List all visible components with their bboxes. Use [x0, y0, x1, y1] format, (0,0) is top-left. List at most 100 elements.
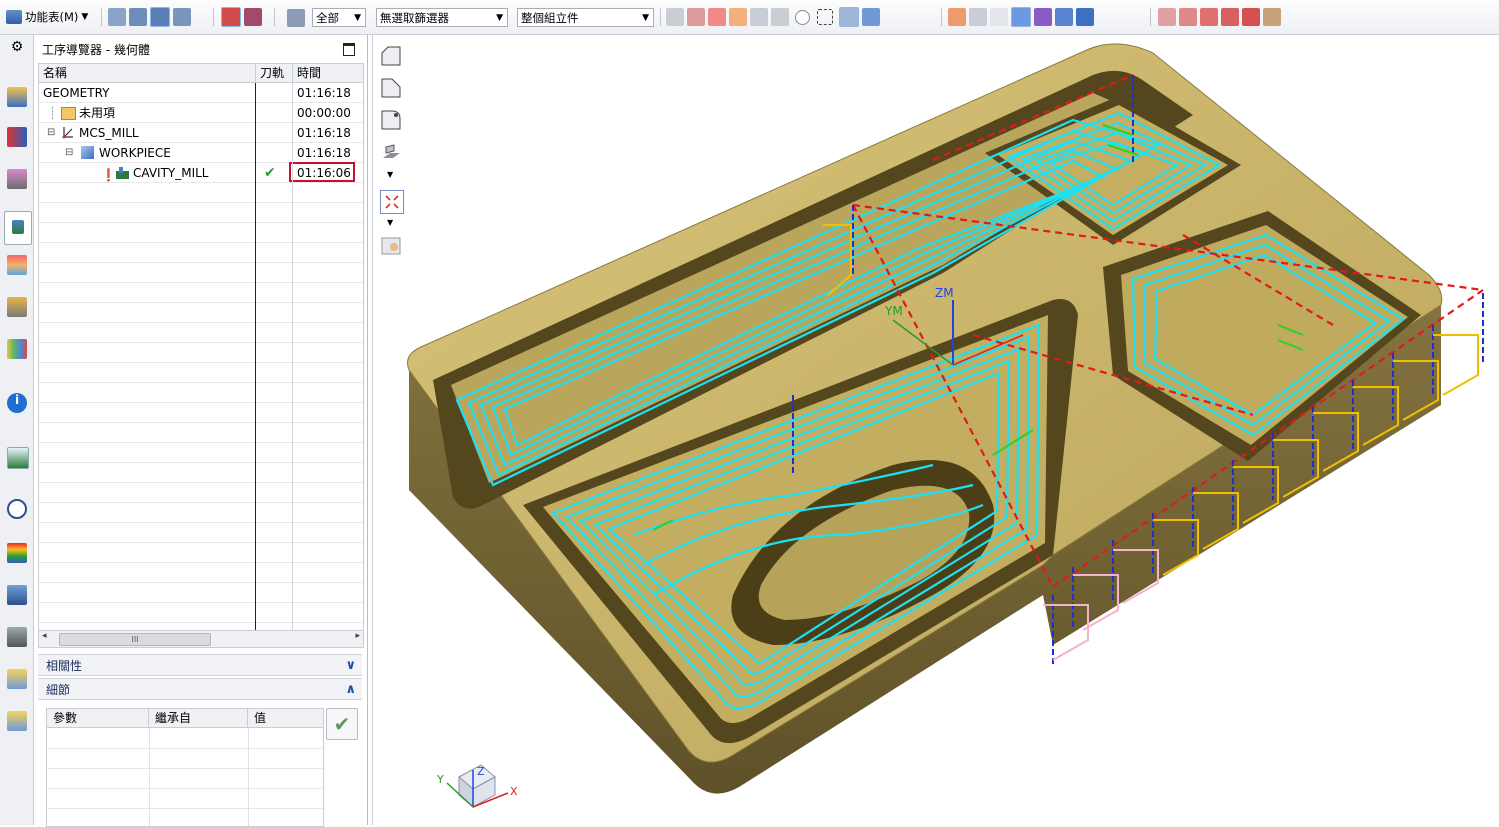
constraint-navigator-icon[interactable]: [7, 127, 27, 147]
column-header-time[interactable]: 時間: [293, 64, 363, 83]
rotate-handle-icon[interactable]: [771, 8, 789, 26]
collapse-icon[interactable]: ⊟: [65, 143, 73, 163]
folder-icon: [61, 107, 76, 120]
collapse-icon[interactable]: ⊟: [47, 123, 55, 143]
triad-x-label: X: [510, 785, 518, 798]
tree-row-name: MCS_MILL: [79, 126, 139, 140]
program-order-view-icon[interactable]: [108, 8, 126, 26]
machine-tool-view-icon[interactable]: [129, 8, 147, 26]
shaded-icon[interactable]: [862, 8, 880, 26]
machining-feature-navigator-icon[interactable]: [7, 297, 27, 317]
process-studio-icon[interactable]: [7, 585, 27, 605]
navigator-title: 工序導覽器 - 幾何體: [42, 43, 150, 57]
reuse-library-icon[interactable]: [7, 339, 27, 359]
scroll-right-icon[interactable]: ▸: [355, 631, 360, 641]
datum-csys-icon[interactable]: [1179, 8, 1197, 26]
add-icon[interactable]: [708, 8, 726, 26]
select-curve-icon[interactable]: [687, 8, 705, 26]
new-window-icon[interactable]: [7, 669, 27, 689]
tree-row-mcs-mill[interactable]: ⊟ MCS_MILL 01:16:18: [39, 123, 363, 143]
resource-bar: ⚙ i: [0, 35, 34, 825]
select-feature-icon[interactable]: [666, 8, 684, 26]
toolpath-display-icon[interactable]: [221, 7, 241, 27]
rectangle-select-icon[interactable]: [817, 9, 833, 25]
operation-navigator: 工序導覽器 - 幾何體 名稱 刀軌 時間 GEOMETRY 01:16:18 ┊…: [34, 35, 368, 827]
wcs-ym-label: YM: [884, 304, 903, 318]
menu-button[interactable]: 功能表(M) ▼: [6, 7, 88, 27]
operation-navigator-icon[interactable]: [4, 211, 32, 245]
column-header-toolpath[interactable]: 刀軌: [256, 64, 293, 83]
web-browser-icon[interactable]: [7, 447, 29, 469]
selection-filter-dropdown[interactable]: 無選取篩選器 ▼: [376, 8, 508, 27]
solid-body-icon[interactable]: [729, 8, 747, 26]
view-triad[interactable]: Z X Y: [436, 764, 518, 809]
menu-icon: [6, 10, 22, 24]
wcs-dynamic-icon[interactable]: [1221, 8, 1239, 26]
triad-z-label: Z: [477, 765, 485, 778]
3d-model-view[interactable]: ZM YM Z X Y: [373, 35, 1499, 825]
details-label: 細節: [46, 683, 71, 697]
dependencies-panel-header[interactable]: 相關性 ∨: [38, 654, 362, 676]
tree-row-name: 未用項: [79, 106, 116, 120]
assembly-navigator-icon[interactable]: [7, 87, 27, 107]
move-handle-icon[interactable]: [750, 8, 768, 26]
view-orient-icon[interactable]: [1076, 8, 1094, 26]
details-panel-header[interactable]: 細節 ∧: [38, 678, 362, 700]
view-right-icon[interactable]: [1055, 8, 1073, 26]
chevron-down-icon[interactable]: ∨: [345, 655, 356, 677]
wcs-rotate-icon[interactable]: [1242, 8, 1260, 26]
chevron-up-icon[interactable]: ∧: [345, 679, 356, 701]
part-navigator-icon[interactable]: [7, 169, 27, 189]
scroll-left-icon[interactable]: ◂: [42, 631, 47, 641]
scroll-thumb[interactable]: III: [59, 633, 211, 646]
details-header-param[interactable]: 參數: [47, 709, 149, 728]
csys-icon[interactable]: [1158, 8, 1176, 26]
tree-row-unused[interactable]: ┊ 未用項 00:00:00: [39, 103, 363, 123]
tree-row-time: 01:16:18: [297, 126, 351, 140]
settings-gear-icon[interactable]: ⚙: [7, 39, 27, 59]
point-snap-icon[interactable]: [795, 9, 810, 25]
machine-tool-navigator-icon[interactable]: [7, 255, 27, 275]
shaded-edges-icon[interactable]: [839, 7, 859, 27]
tree-row-time: 01:16:06: [297, 166, 351, 180]
wcs-zm-label: ZM: [935, 286, 954, 300]
view-iso-icon[interactable]: [969, 8, 987, 26]
horizontal-scrollbar[interactable]: ◂ III ▸: [38, 630, 364, 648]
apply-check-button[interactable]: ✔: [326, 708, 358, 740]
tree-row-workpiece[interactable]: ⊟ WORKPIECE 01:16:18: [39, 143, 363, 163]
triad-y-label: Y: [436, 773, 444, 786]
column-header-name[interactable]: 名稱: [39, 64, 256, 83]
generate-toolpath-icon[interactable]: [244, 8, 262, 26]
menu-label: 功能表(M): [25, 10, 79, 24]
tree-row-name: WORKPIECE: [99, 146, 171, 160]
cavity-mill-icon: [115, 166, 130, 180]
view-shaded-icon[interactable]: [1011, 7, 1031, 27]
maximize-icon[interactable]: [343, 43, 355, 56]
wcs-display-icon[interactable]: [1263, 8, 1281, 26]
mcs-icon: [61, 125, 75, 139]
assembly-scope-dropdown[interactable]: 整個組立件 ▼: [517, 8, 654, 27]
view-trimetric-icon[interactable]: [1034, 8, 1052, 26]
type-filter-icon[interactable]: [287, 9, 305, 27]
roles-icon[interactable]: [7, 627, 27, 647]
type-filter-dropdown[interactable]: 全部 ▼: [312, 8, 366, 27]
wcs-origin-icon[interactable]: [1200, 8, 1218, 26]
new-tab-icon[interactable]: [7, 711, 27, 731]
tree-row-geometry[interactable]: GEOMETRY 01:16:18: [39, 83, 363, 103]
view-front-icon[interactable]: [948, 8, 966, 26]
info-icon[interactable]: i: [7, 393, 27, 413]
navigator-tree: 名稱 刀軌 時間 GEOMETRY 01:16:18 ┊ 未用項 00:00:0…: [38, 63, 364, 645]
main-toolbar: 功能表(M) ▼ 全部 ▼ 無選取篩選器 ▼ 整個組立件 ▼: [0, 0, 1499, 35]
machining-method-view-icon[interactable]: [173, 8, 191, 26]
history-clock-icon[interactable]: [7, 499, 27, 519]
tree-row-cavity-mill[interactable]: ❗ CAVITY_MILL ✔ 01:16:06: [39, 162, 363, 183]
details-header-inherit[interactable]: 繼承自: [149, 709, 248, 728]
color-palette-icon[interactable]: [7, 543, 27, 563]
view-top-icon[interactable]: [990, 8, 1008, 26]
dependencies-label: 相關性: [46, 659, 83, 673]
toolpath-ok-check-icon: ✔: [264, 165, 276, 181]
geometry-view-icon[interactable]: [150, 7, 170, 27]
workpiece-icon: [81, 146, 94, 159]
graphics-viewport[interactable]: ▼ ▼ ZM YM Z X Y: [372, 35, 1499, 825]
details-header-value[interactable]: 值: [248, 709, 323, 728]
